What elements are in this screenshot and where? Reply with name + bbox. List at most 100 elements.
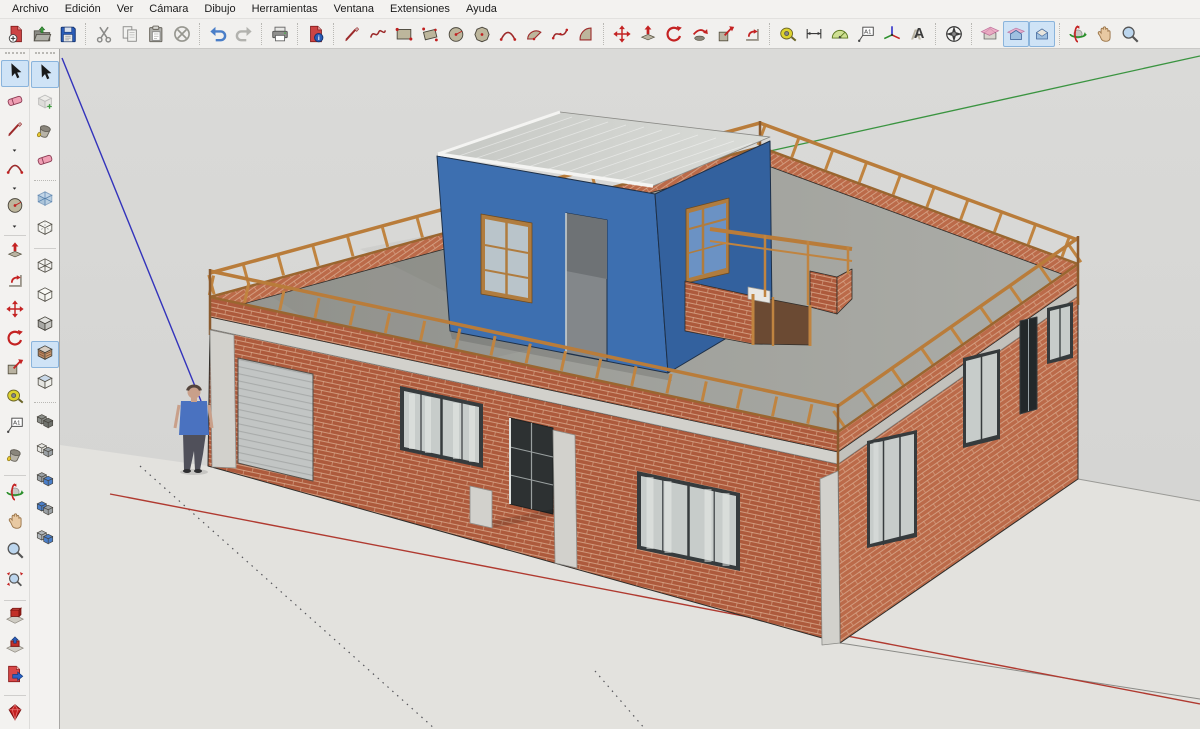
pan-tool-button[interactable] (1091, 21, 1117, 47)
rotated-rectangle-tool-button[interactable] (417, 21, 443, 47)
undo-button[interactable] (205, 21, 231, 47)
delete-button[interactable] (169, 21, 195, 47)
three-point-arc-tool-button[interactable] (547, 21, 573, 47)
section-plane-button[interactable] (977, 21, 1003, 47)
style-shaded-textures-button[interactable] (30, 341, 59, 368)
menu-ayuda[interactable]: Ayuda (458, 3, 505, 15)
scale-tool-button[interactable] (713, 21, 739, 47)
two-point-arc-tool-button[interactable] (521, 21, 547, 47)
select-icon (35, 62, 55, 87)
style-shaded-button[interactable] (31, 312, 59, 339)
zoom-icon (5, 540, 25, 565)
paint-bucket-button[interactable] (1, 443, 29, 470)
scale-button[interactable] (1, 356, 29, 383)
move-tool-button[interactable] (609, 21, 635, 47)
toolbar-grip[interactable] (34, 52, 55, 58)
text-button[interactable]: A1 (1, 414, 29, 441)
protractor-tool-button[interactable] (827, 21, 853, 47)
display-section-planes-button[interactable] (1003, 20, 1029, 47)
solid-trim-button[interactable] (31, 525, 59, 552)
model-info-button[interactable]: i (303, 21, 329, 47)
solid-intersect-button[interactable] (31, 438, 59, 465)
line-button[interactable] (1, 118, 29, 145)
rotate-tool-button[interactable] (661, 21, 687, 47)
svg-text:i: i (318, 35, 320, 42)
paste-button[interactable] (143, 21, 169, 47)
save-file-button[interactable] (55, 21, 81, 47)
axes-tool-button[interactable] (879, 21, 905, 47)
make-component-button[interactable] (31, 90, 59, 117)
arc-flyout-caret[interactable] (1, 184, 29, 193)
freehand-tool-button[interactable] (365, 21, 391, 47)
orbit-tool-button[interactable] (1065, 21, 1091, 47)
zoom-button[interactable] (1, 539, 29, 566)
menu-dibujo[interactable]: Dibujo (196, 3, 243, 15)
rectangle-tool-button[interactable] (391, 21, 417, 47)
rotated-rectangle-icon (420, 24, 440, 44)
print-button[interactable] (267, 21, 293, 47)
dimension-tool-button[interactable] (801, 21, 827, 47)
cut-button[interactable] (91, 21, 117, 47)
offset-button[interactable] (1, 269, 29, 296)
menu-extensiones[interactable]: Extensiones (382, 3, 458, 15)
position-camera-button[interactable] (941, 21, 967, 47)
copy-button[interactable] (117, 21, 143, 47)
style-hidden-line-button[interactable] (31, 283, 59, 310)
push-pull-button[interactable] (1, 240, 29, 267)
menu-ver[interactable]: Ver (109, 3, 142, 15)
menu-archivo[interactable]: Archivo (4, 3, 57, 15)
tape-measure-button[interactable] (1, 385, 29, 412)
circle-button[interactable] (1, 194, 29, 221)
pan-button[interactable] (1, 510, 29, 537)
redo-icon (234, 24, 254, 44)
tape-measure-tool-button[interactable] (775, 21, 801, 47)
select-2-button[interactable] (30, 61, 59, 88)
rotate-button[interactable] (1, 327, 29, 354)
select-button[interactable] (0, 59, 29, 87)
arc-tool-button[interactable] (495, 21, 521, 47)
style-wireframe-button[interactable] (31, 254, 59, 281)
circle-tool-button[interactable] (443, 21, 469, 47)
toolbar-grip[interactable] (4, 52, 25, 57)
new-file-button[interactable] (3, 21, 29, 47)
style-back-edges-button[interactable] (31, 216, 59, 243)
menu-cmara[interactable]: Cámara (141, 3, 196, 15)
text-tool-button[interactable]: A1 (853, 21, 879, 47)
menu-edicin[interactable]: Edición (57, 3, 109, 15)
eraser-icon (35, 149, 55, 174)
3d-text-tool-button[interactable]: AA (905, 21, 931, 47)
eraser-2-button[interactable] (31, 148, 59, 175)
circle-flyout-caret[interactable] (1, 222, 29, 231)
style-xray-button[interactable] (31, 187, 59, 214)
line-flyout-caret[interactable] (1, 146, 29, 155)
push-pull-tool-button[interactable] (635, 21, 661, 47)
arc-button[interactable] (1, 156, 29, 183)
paint-bucket-2-button[interactable] (31, 119, 59, 146)
toolbar-separator (33, 402, 56, 404)
zoom-extents-button[interactable] (1, 568, 29, 595)
polygon-tool-button[interactable] (469, 21, 495, 47)
solid-union-button[interactable] (31, 467, 59, 494)
style-monochrome-button[interactable] (31, 370, 59, 397)
export-model-button[interactable] (1, 663, 29, 690)
menu-herramientas[interactable]: Herramientas (244, 3, 326, 15)
display-section-cuts-button[interactable] (1029, 20, 1055, 47)
eraser-button[interactable] (1, 89, 29, 116)
get-models-button[interactable] (1, 605, 29, 632)
ruby-extension-button[interactable] (1, 701, 29, 728)
line-tool-button[interactable] (339, 21, 365, 47)
follow-me-tool-button[interactable] (687, 21, 713, 47)
move-button[interactable] (1, 298, 29, 325)
share-model-button[interactable] (1, 634, 29, 661)
orbit-button[interactable] (1, 481, 29, 508)
solid-subtract-button[interactable] (31, 496, 59, 523)
zoom-tool-button[interactable] (1117, 21, 1143, 47)
offset-tool-button[interactable] (739, 21, 765, 47)
toolbar-separator (85, 22, 87, 45)
3d-viewport[interactable] (60, 49, 1200, 729)
pie-tool-button[interactable] (573, 21, 599, 47)
menu-ventana[interactable]: Ventana (326, 3, 382, 15)
solid-outer-shell-button[interactable] (31, 409, 59, 436)
open-file-button[interactable] (29, 21, 55, 47)
redo-button[interactable] (231, 21, 257, 47)
